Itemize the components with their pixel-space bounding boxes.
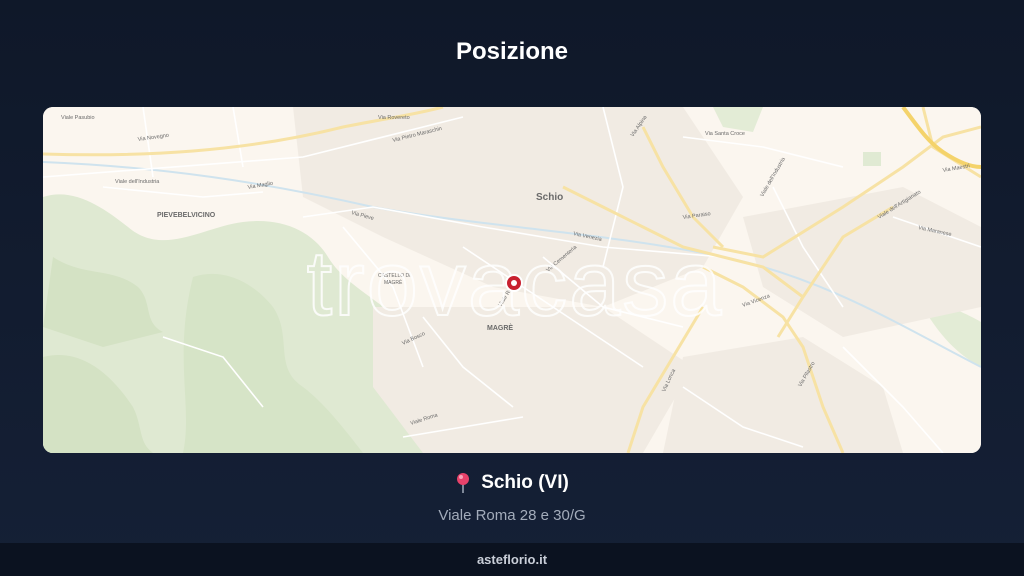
location-info: Schio (VI) Viale Roma 28 e 30/G — [0, 472, 1024, 524]
pushpin-icon — [455, 472, 471, 494]
city-line: Schio (VI) — [455, 472, 569, 494]
street-label: Via Santa Croce — [705, 131, 745, 137]
footer: asteflorio.it — [0, 543, 1024, 576]
site-name: asteflorio.it — [476, 552, 548, 567]
page-title: Posizione — [455, 38, 569, 65]
city-name: Schio (VI) — [481, 472, 569, 493]
street-label: Viale dell'Industria — [115, 179, 160, 185]
street-label: Viale Pasubio — [61, 115, 95, 121]
place-label-schio: Schio — [536, 192, 563, 203]
address-text: Viale Roma 28 e 30/G — [438, 507, 586, 524]
street-label: Via Rovereto — [378, 115, 410, 121]
place-label-pievebelvicino: PIEVEBELVICINO — [157, 212, 216, 219]
map-canvas[interactable]: Schio PIEVEBELVICINO MAGRÈ CASTELLO DI M… — [43, 107, 981, 453]
location-marker-icon[interactable] — [505, 274, 523, 292]
map-view[interactable]: Schio PIEVEBELVICINO MAGRÈ CASTELLO DI M… — [43, 107, 981, 453]
